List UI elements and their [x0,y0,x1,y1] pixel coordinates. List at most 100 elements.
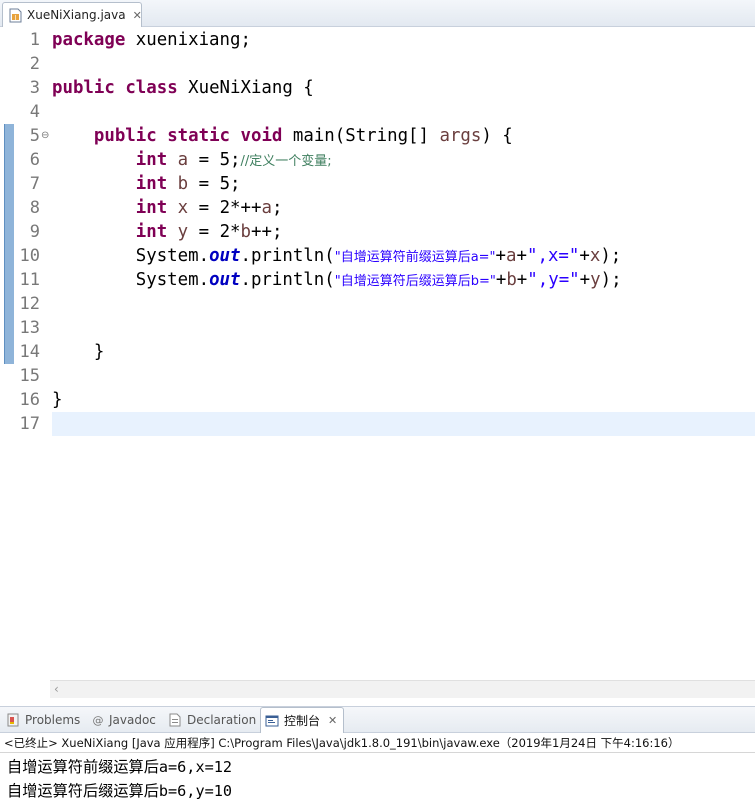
code-text: = 2*++ [188,198,262,218]
tab-label: Problems [25,713,81,727]
code-text: .println( [240,246,335,266]
svg-text:J: J [14,14,17,21]
line-number: 14 [19,342,40,362]
keyword: public [52,78,115,98]
tab-label: Javadoc [109,713,156,727]
code-text: ++; [251,222,283,242]
java-file-icon: J [9,8,22,23]
code-editor[interactable]: 1 2 3 4 5 ⊖ 6 7 8 9 10 11 12 13 14 15 16… [0,28,755,680]
svg-text:@: @ [93,714,104,727]
current-line-highlight [52,412,755,436]
fold-collapse-icon[interactable]: ⊖ [41,124,49,148]
code-line: int b = 5; [52,172,241,196]
local-variable: b [177,174,189,194]
line-number: 12 [19,294,40,314]
tab-javadoc[interactable]: @ Javadoc [92,707,156,733]
code-text: .println( [240,270,335,290]
string-literal: ",y=" [527,270,580,290]
code-line: package xuenixiang; [52,28,251,52]
code-text: ; [271,198,283,218]
at-sign-icon: @ [92,713,104,727]
code-line: int a = 5;//定义一个变量; [52,148,332,174]
keyword: int [135,198,168,218]
code-line: int y = 2*b++; [52,220,283,244]
code-line: System.out.println("自增运算符前缀运算后a="+a+",x=… [52,244,622,270]
code-text: + [516,270,528,290]
local-variable: b [506,270,517,290]
local-variable: x [177,198,189,218]
code-text: + [579,270,591,290]
code-text: } [52,390,63,410]
code-text: System. [135,270,210,290]
line-number: 8 [29,198,40,218]
parameter: args [439,126,482,146]
line-number: 6 [29,150,40,170]
code-text: + [495,270,507,290]
string-literal: ",x=" [527,246,580,266]
line-number: 13 [19,318,40,338]
line-number: 4 [29,102,40,122]
problems-icon [6,713,20,727]
local-variable: y [590,270,601,290]
code-text: } [93,342,105,362]
code-text: xuenixiang; [125,30,251,50]
local-variable: a [177,150,189,170]
tab-label: 控制台 [284,714,321,728]
tab-console[interactable]: 控制台 ✕ [260,707,345,733]
local-variable: x [589,246,601,266]
code-text: = 5; [188,174,241,194]
code-text: + [579,246,590,266]
line-number: 11 [19,270,40,290]
declaration-icon [168,713,182,727]
local-variable: a [506,246,517,266]
code-text: = 5; [188,150,241,170]
line-number: 5 [29,126,40,146]
code-text: ); [600,270,622,290]
code-text: main(String[] [282,126,440,146]
keyword: public [93,126,157,146]
keyword: package [52,30,126,50]
code-line: System.out.println("自增运算符后缀运算后b="+b+",y=… [52,268,622,294]
editor-tab-label: XueNiXiang.java [27,8,126,22]
line-number: 3 [29,78,40,98]
scroll-left-icon[interactable]: ‹ [54,682,59,696]
selection-range-marker [4,124,14,364]
local-variable: y [177,222,189,242]
line-number: 2 [29,54,40,74]
comment: //定义一个变量; [240,154,332,169]
keyword: class [125,78,178,98]
overview-ruler [0,28,16,680]
tab-problems[interactable]: Problems [6,707,80,733]
string-literal: "自增运算符前缀运算后a=" [334,250,496,265]
code-line: } [52,340,104,364]
code-text: ) { [481,126,513,146]
static-field: out [209,246,241,266]
line-number: 17 [19,414,40,434]
keyword: void [240,126,283,146]
close-icon[interactable]: ✕ [133,9,142,22]
close-icon[interactable]: ✕ [328,714,337,727]
tab-label: Declaration [187,713,257,727]
editor-tab-bar: J XueNiXiang.java ✕ [0,0,755,27]
code-line: public static void main(String[] args) { [52,124,513,148]
line-number: 9 [29,222,40,242]
code-line: } [52,388,62,412]
console-icon [265,714,279,728]
code-text: = 2* [188,222,241,242]
line-number: 7 [29,174,40,194]
line-number: 1 [29,30,40,50]
line-number: 10 [19,246,40,266]
line-number: 16 [19,390,40,410]
tab-declaration[interactable]: Declaration [168,707,256,733]
code-text: XueNiXiang { [177,78,314,98]
code-line: int x = 2*++a; [52,196,283,220]
horizontal-scrollbar[interactable]: ‹ [50,680,755,698]
static-field: out [209,270,241,290]
keyword: int [135,222,168,242]
code-text: + [495,246,507,266]
console-output-line: 自增运算符前缀运算后a=6,x=12 [7,758,233,776]
view-tab-bar: Problems @ Javadoc Declaration 控制台 ✕ [0,706,755,733]
keyword: static [167,126,231,146]
line-number: 15 [19,366,40,386]
editor-tab-xuenixiang[interactable]: J XueNiXiang.java ✕ [2,2,142,27]
